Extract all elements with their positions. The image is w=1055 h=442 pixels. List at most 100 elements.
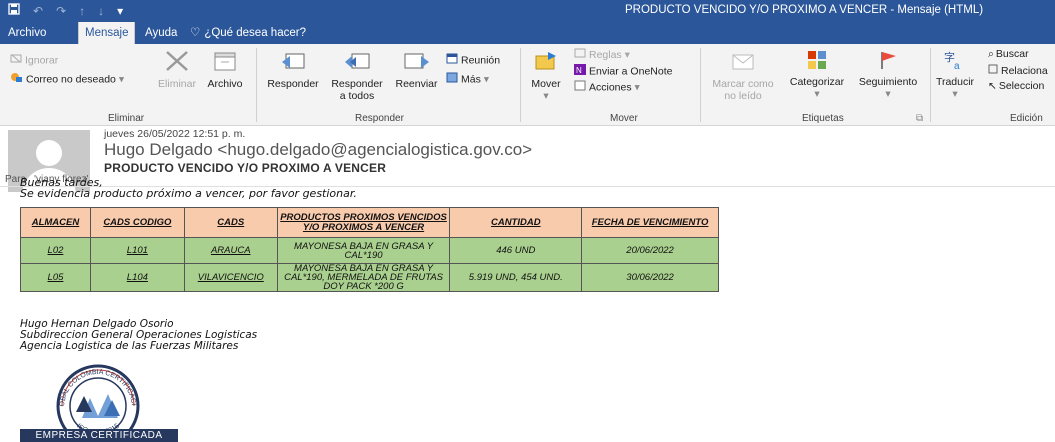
forward-button[interactable]: Reenviar [389,50,444,90]
chevron-down-icon: ▾ [814,88,820,100]
message-sender[interactable]: Hugo Delgado <hugo.delgado@agencialogist… [104,140,532,160]
title-bar: ↶ ↷ ↑ ↓ ▾ PRODUCTO VENCIDO Y/O PROXIMO A… [0,0,1055,22]
junk-button[interactable]: Correo no deseado ▾ [10,72,124,87]
onenote-button[interactable]: N Enviar a OneNote [574,64,672,79]
cell-cantidad: 446 UND [449,237,583,264]
delete-button[interactable]: Eliminar [152,50,202,90]
cell-cads: VILAVICENCIO [183,263,278,292]
follow-up-button[interactable]: Seguimiento ▾ [852,50,924,100]
group-responder-label: Responder [355,113,404,124]
rules-label: Reglas [589,48,622,61]
up-icon[interactable]: ↑ [79,3,85,19]
more-button[interactable]: Más ▾ [446,72,489,87]
cursor-icon: ↖ [988,80,997,92]
ribbon-tabs: Archivo Mensaje Ayuda ♡ ¿Qué desea hacer? [0,22,1055,44]
avatar-head [36,140,62,166]
meeting-button[interactable]: Reunión [446,53,500,68]
chevron-down-icon: ▾ [631,81,640,94]
related-button[interactable]: Relaciona [988,64,1048,78]
ignore-button[interactable]: Ignorar [10,53,58,68]
group-etiquetas-label: Etiquetas [802,113,844,124]
certification-seal-icon: GLOBAL COLOMBIA CERTIFICACIÓNISO 9001:20… [15,353,140,442]
svg-text:a: a [954,61,960,70]
select-button[interactable]: ↖ Seleccion [988,80,1044,93]
categorize-label: Categorizar [789,76,845,88]
redo-icon[interactable]: ↷ [56,3,66,19]
meeting-label: Reunión [461,54,501,67]
mark-unread-icon [706,50,780,75]
chevron-down-icon: ▾ [543,90,549,102]
reply-all-button[interactable]: Responder a todos [326,50,388,102]
archive-icon [203,50,247,75]
customize-icon[interactable]: ▾ [117,3,123,19]
header-fecha: FECHA DE VENCIMIENTO [581,207,719,238]
categorize-button[interactable]: Categorizar ▾ [782,50,852,100]
tab-ayuda[interactable]: Ayuda [139,22,183,44]
related-icon [988,64,998,78]
more-icon [446,72,458,87]
save-icon[interactable] [8,3,20,19]
undo-icon[interactable]: ↶ [33,3,43,19]
search-button[interactable]: ⌕ Buscar [988,48,1029,61]
move-label: Mover [531,78,561,90]
ribbon-separator [520,48,521,122]
reply-icon [262,50,324,75]
cell-almacen: L02 [20,237,91,264]
chevron-down-icon: ▾ [621,48,630,61]
categorize-icon [782,50,852,73]
products-table: ALMACEN CADS CODIGO CADS PRODUCTOS PROXI… [20,207,719,292]
onenote-icon: N [574,64,586,79]
translate-button[interactable]: 字a Traducir ▾ [932,50,978,100]
ribbon: Ignorar Correo no deseado ▾ Eliminar Arc… [0,44,1055,126]
chevron-down-icon: ▾ [885,88,891,100]
select-label: Seleccion [998,80,1045,92]
tab-archivo[interactable]: Archivo [2,22,52,44]
actions-button[interactable]: Acciones ▾ [574,80,640,95]
header-almacen: ALMACEN [20,207,91,238]
header-cads-codigo: CADS CODIGO [89,207,185,238]
group-eliminar-label: Eliminar [108,113,145,124]
junk-icon [10,72,23,87]
delete-x-icon [152,50,202,75]
cell-producto: MAYONESA BAJA EN GRASA Y CAL*190 [276,237,451,264]
table-row: L05 L104 VILAVICENCIO MAYONESA BAJA EN G… [20,263,719,292]
delete-label: Eliminar [158,78,196,90]
forward-icon [389,50,444,75]
follow-up-label: Seguimiento [858,76,918,88]
move-button[interactable]: Mover ▾ [526,50,566,102]
archive-button[interactable]: Archivo [203,50,247,90]
group-edicion-label: Edición [1010,113,1043,124]
cell-almacen: L05 [20,263,91,292]
tell-me-box[interactable]: ♡ ¿Qué desea hacer? [190,22,312,44]
junk-label: Correo no deseado [26,73,116,86]
forward-label: Reenviar [395,78,438,90]
quick-access-toolbar: ↶ ↷ ↑ ↓ ▾ [8,3,123,19]
window-title: PRODUCTO VENCIDO Y/O PROXIMO A VENCER - … [625,4,984,16]
chevron-down-icon: ▾ [480,73,490,86]
table-header-row: ALMACEN CADS CODIGO CADS PRODUCTOS PROXI… [20,207,719,238]
dialog-launcher-icon[interactable]: ⧉ [916,113,923,124]
tab-mensaje[interactable]: Mensaje [78,22,136,44]
mark-unread-button[interactable]: Marcar como no leído [706,50,780,102]
rules-button[interactable]: Reglas ▾ [574,48,630,62]
cell-fecha: 20/06/2022 [581,237,719,264]
translate-icon: 字a [932,50,978,73]
ribbon-separator [256,48,257,122]
group-mover-label: Mover [610,113,638,124]
onenote-label: Enviar a OneNote [589,65,673,78]
header-cads: CADS [183,207,278,238]
signature-org: Agencia Logistica de las Fuerzas Militar… [20,340,239,352]
more-label: Más [461,73,481,86]
cell-cads: ARAUCA [183,237,278,264]
cell-cads-codigo: L101 [89,237,185,264]
down-icon[interactable]: ↓ [98,3,104,19]
chevron-down-icon: ▾ [952,88,958,100]
reply-button[interactable]: Responder [262,50,324,90]
reply-label: Responder [267,78,319,90]
cell-cads-codigo: L104 [89,263,185,292]
header-productos: PRODUCTOS PROXIMOS VENCIDOS Y/O PROXIMOS… [276,207,451,238]
move-folder-icon [526,50,566,75]
certification-logo: GLOBAL COLOMBIA CERTIFICACIÓNISO 9001:20… [15,353,178,442]
related-label: Relaciona [1001,64,1048,77]
reply-all-label-line1: Responder [331,78,383,90]
